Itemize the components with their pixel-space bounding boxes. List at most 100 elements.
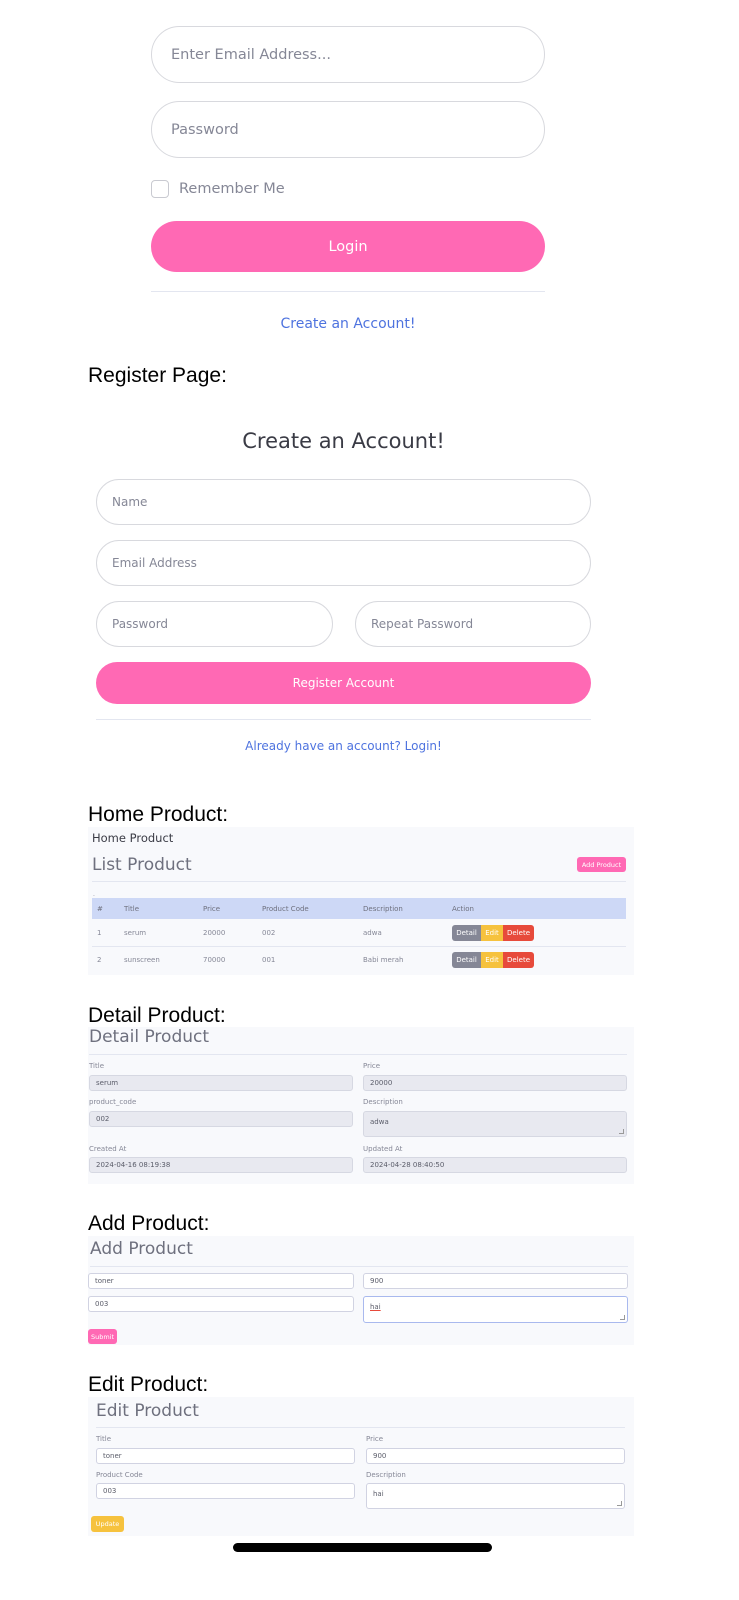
column-header-title: Title xyxy=(124,905,140,913)
edit-price-value: 900 xyxy=(373,1452,387,1460)
edit-title: Edit Product xyxy=(96,1401,199,1421)
detail-label-created: Created At xyxy=(89,1145,127,1153)
detail-created-field: 2024-04-16 08:19:38 xyxy=(89,1157,353,1173)
detail-created-value: 2024-04-16 08:19:38 xyxy=(96,1161,171,1169)
email-placeholder: Enter Email Address... xyxy=(171,46,331,63)
page-title: List Product xyxy=(92,855,192,875)
column-header-description: Description xyxy=(363,905,403,913)
edit-label-description: Description xyxy=(366,1471,406,1479)
detail-code-field: 002 xyxy=(89,1111,353,1127)
login-divider xyxy=(151,291,545,292)
resize-handle-icon xyxy=(617,1501,622,1506)
edit-description-input[interactable]: hai xyxy=(366,1483,625,1509)
add-description-value: hai xyxy=(370,1303,381,1311)
detail-divider xyxy=(89,1054,627,1055)
remember-me-checkbox[interactable] xyxy=(151,180,169,198)
row-2-price: 70000 xyxy=(203,956,226,964)
row-1-description: adwa xyxy=(363,929,382,937)
register-heading: Create an Account! xyxy=(242,429,445,453)
row-2-title: sunscreen xyxy=(124,956,160,964)
login-link[interactable]: Already have an account? Login! xyxy=(96,739,591,753)
add-title-value: toner xyxy=(95,1277,114,1285)
home-section-label: Home Product: xyxy=(88,803,229,826)
email-field[interactable]: Enter Email Address... xyxy=(151,26,545,83)
breadcrumb: Home Product xyxy=(92,831,174,845)
row-2-description: Babi merah xyxy=(363,956,404,964)
add-divider xyxy=(90,1266,628,1267)
password-field[interactable]: Password xyxy=(151,101,545,158)
register-account-button[interactable]: Register Account xyxy=(96,662,591,704)
detail-label-code: product_code xyxy=(89,1098,137,1106)
edit-product-panel: Edit Product Title toner Price 900 Produ… xyxy=(88,1397,634,1536)
detail-price-field: 20000 xyxy=(363,1075,627,1091)
row-1-no: 1 xyxy=(97,929,102,937)
register-divider xyxy=(96,719,591,720)
add-title-input[interactable]: toner xyxy=(88,1273,354,1289)
submit-button[interactable]: Submit xyxy=(88,1329,117,1344)
detail-updated-field: 2024-04-28 08:40:50 xyxy=(363,1157,627,1173)
add-price-value: 900 xyxy=(370,1277,384,1285)
row-2-delete-button[interactable]: Delete xyxy=(503,952,534,968)
register-password-placeholder: Password xyxy=(112,617,169,631)
row-2-code: 001 xyxy=(262,956,276,964)
row-2-no: 2 xyxy=(97,956,102,964)
resize-handle-icon xyxy=(620,1315,625,1320)
detail-label-updated: Updated At xyxy=(363,1145,403,1153)
add-code-input[interactable]: 003 xyxy=(88,1296,354,1312)
add-description-input[interactable]: hai xyxy=(363,1296,628,1323)
register-email-field[interactable]: Email Address xyxy=(96,540,591,586)
row-1-delete-button[interactable]: Delete xyxy=(503,925,534,941)
password-placeholder: Password xyxy=(171,121,239,138)
edit-title-input[interactable]: toner xyxy=(96,1448,355,1464)
edit-code-input[interactable]: 003 xyxy=(96,1483,355,1499)
detail-description-value: adwa xyxy=(370,1118,389,1126)
detail-label-description: Description xyxy=(363,1098,403,1106)
detail-title-field: serum xyxy=(89,1075,353,1091)
name-field[interactable]: Name xyxy=(96,479,591,525)
name-placeholder: Name xyxy=(112,495,148,509)
login-button[interactable]: Login xyxy=(151,221,545,272)
row-1-price: 20000 xyxy=(203,929,226,937)
row-divider xyxy=(92,946,626,947)
dot-marker: . xyxy=(93,891,95,898)
add-product-button[interactable]: Add Product xyxy=(577,857,626,872)
detail-product-panel: Detail Product Title serum Price 20000 p… xyxy=(88,1027,634,1184)
resize-handle-icon xyxy=(619,1129,624,1134)
detail-label-price: Price xyxy=(363,1062,381,1070)
row-1-code: 002 xyxy=(262,929,276,937)
detail-code-value: 002 xyxy=(96,1115,110,1123)
add-price-input[interactable]: 900 xyxy=(363,1273,628,1289)
detail-description-field: adwa xyxy=(363,1111,627,1137)
update-button[interactable]: Update xyxy=(91,1516,124,1532)
create-account-link[interactable]: Create an Account! xyxy=(151,316,545,332)
row-2-edit-button[interactable]: Edit xyxy=(481,952,503,968)
detail-updated-value: 2024-04-28 08:40:50 xyxy=(370,1161,445,1169)
row-1-edit-button[interactable]: Edit xyxy=(481,925,503,941)
edit-description-value: hai xyxy=(373,1490,384,1498)
row-2-detail-button[interactable]: Detail xyxy=(452,952,481,968)
register-password-field[interactable]: Password xyxy=(96,601,333,647)
column-header-no: # xyxy=(97,905,103,913)
row-1-detail-button[interactable]: Detail xyxy=(452,925,481,941)
detail-label-title: Title xyxy=(89,1062,105,1070)
table-header xyxy=(92,898,626,919)
detail-title: Detail Product xyxy=(89,1027,210,1047)
edit-code-value: 003 xyxy=(103,1487,117,1495)
add-section-label: Add Product: xyxy=(88,1212,210,1235)
repeat-password-field[interactable]: Repeat Password xyxy=(355,601,591,647)
repeat-password-placeholder: Repeat Password xyxy=(371,617,474,631)
edit-label-title: Title xyxy=(96,1435,112,1443)
add-product-panel: Add Product toner 900 003 hai Submit xyxy=(88,1236,634,1345)
detail-price-value: 20000 xyxy=(370,1079,393,1087)
add-title: Add Product xyxy=(90,1239,193,1259)
row-1-title: serum xyxy=(124,929,147,937)
register-section-label: Register Page: xyxy=(88,364,227,387)
column-header-product-code: Product Code xyxy=(262,905,309,913)
edit-label-price: Price xyxy=(366,1435,384,1443)
edit-section-label: Edit Product: xyxy=(88,1373,209,1396)
add-code-value: 003 xyxy=(95,1300,109,1308)
edit-label-code: Product Code xyxy=(96,1471,143,1479)
edit-title-value: toner xyxy=(103,1452,122,1460)
edit-price-input[interactable]: 900 xyxy=(366,1448,625,1464)
title-divider xyxy=(92,881,626,882)
